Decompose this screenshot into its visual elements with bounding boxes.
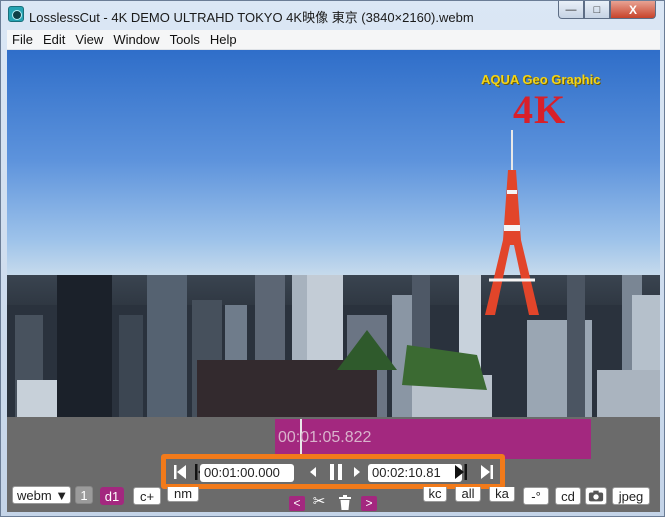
cut-start-time-field[interactable]: 00:01:00.000	[200, 464, 294, 482]
menu-file[interactable]: File	[7, 30, 38, 50]
step-back-icon[interactable]	[308, 466, 318, 478]
next-segment-button[interactable]: >	[361, 496, 377, 511]
button-ka[interactable]: ka	[489, 487, 515, 502]
video-watermark-4k: 4K	[513, 87, 567, 132]
menu-bar: File Edit View Window Tools Help	[7, 30, 660, 50]
title-bar[interactable]: LosslessCut - 4K DEMO ULTRAHD TOKYO 4K映像…	[1, 1, 664, 29]
playback-controls: 00:01:00.000 00:02:10.81	[161, 454, 505, 489]
button-c-plus[interactable]: c+	[133, 487, 161, 505]
button-nm[interactable]: nm	[167, 487, 199, 502]
video-player[interactable]: AQUA Geo Graphic 4K	[7, 50, 660, 417]
video-cityscape	[7, 215, 660, 417]
minimize-icon: —	[565, 3, 577, 16]
skip-to-end-icon[interactable]	[480, 464, 494, 480]
button-cd[interactable]: cd	[555, 487, 581, 505]
maximize-icon: □	[593, 3, 601, 16]
minimize-button[interactable]: —	[558, 1, 584, 19]
button-rotate[interactable]: -°	[523, 487, 549, 505]
segment-label[interactable]: d1	[100, 487, 124, 505]
trash-icon[interactable]	[338, 495, 352, 511]
button-all[interactable]: all	[455, 487, 481, 502]
close-button[interactable]: X	[610, 1, 656, 19]
control-bar: 00:01:00.000 00:02:10.81 webm ▼ 1 d1 c+ …	[7, 454, 660, 512]
button-kc[interactable]: kc	[423, 487, 447, 502]
close-icon: X	[628, 2, 637, 17]
segment-count: 1	[75, 486, 93, 504]
app-window: LosslessCut - 4K DEMO ULTRAHD TOKYO 4K映像…	[0, 0, 665, 517]
menu-view[interactable]: View	[70, 30, 108, 50]
current-time: 00:01:05.822	[278, 429, 372, 446]
camera-icon[interactable]	[585, 487, 607, 505]
menu-edit[interactable]: Edit	[38, 30, 70, 50]
window-title: LosslessCut - 4K DEMO ULTRAHD TOKYO 4K映像…	[29, 10, 474, 25]
button-jpeg[interactable]: jpeg	[612, 487, 650, 505]
tokyo-tower-image	[485, 130, 539, 315]
menu-window[interactable]: Window	[108, 30, 164, 50]
prev-segment-button[interactable]: <	[289, 496, 305, 511]
scissors-icon[interactable]: ✂	[309, 494, 329, 510]
skip-to-start-icon[interactable]	[173, 464, 187, 480]
city-skyline	[7, 215, 660, 417]
step-forward-icon[interactable]	[352, 466, 362, 478]
format-select[interactable]: webm ▼	[12, 486, 71, 504]
cut-end-time-field[interactable]: 00:02:10.81	[368, 464, 462, 482]
pause-icon[interactable]	[328, 463, 344, 481]
menu-tools[interactable]: Tools	[165, 30, 205, 50]
menu-help[interactable]: Help	[205, 30, 242, 50]
video-watermark-title: AQUA Geo Graphic	[481, 72, 601, 87]
set-cut-end-icon[interactable]	[454, 463, 468, 481]
app-icon	[8, 6, 24, 22]
maximize-button[interactable]: □	[584, 1, 610, 19]
